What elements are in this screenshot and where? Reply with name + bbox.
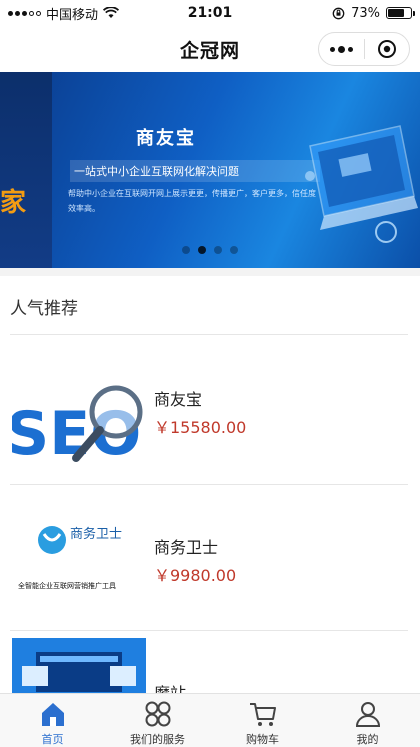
battery-percent: 73% (351, 5, 380, 21)
tab-profile[interactable]: 我的 (315, 694, 420, 747)
close-button[interactable] (365, 33, 410, 65)
tab-label-home: 首页 (41, 733, 64, 746)
section-divider (10, 334, 408, 335)
target-close-icon (377, 40, 396, 58)
status-right: 73% (332, 5, 415, 21)
product-divider (10, 630, 408, 631)
carousel-dot[interactable] (182, 246, 190, 254)
user-icon (355, 702, 380, 727)
tab-label-profile: 我的 (356, 733, 379, 746)
guard-tagline-text: 全智能企业互联网营销推广工具 (18, 581, 116, 590)
signal-icon (8, 10, 41, 16)
product-name: 商友宝 (154, 390, 203, 409)
product-card[interactable]: SEO 商友宝 ￥15580.00 (0, 344, 420, 490)
tab-home[interactable]: 首页 (0, 694, 105, 747)
seo-magnifier-image: SEO (12, 350, 146, 484)
tab-bar: 首页 我们的服务 购物车 我的 (0, 693, 420, 747)
product-name: 商务卫士 (154, 538, 219, 557)
banner-title: 商友宝 (136, 128, 196, 149)
banner-prev-slide: 家 (0, 72, 52, 268)
guard-logo-text: 商务卫士 (70, 526, 122, 542)
carousel-dot[interactable] (198, 246, 206, 254)
home-icon (41, 703, 64, 726)
wifi-icon (103, 7, 120, 18)
more-button[interactable] (319, 33, 364, 65)
orientation-lock-icon (332, 7, 345, 19)
tab-label-services: 我们的服务 (130, 733, 185, 746)
tab-services[interactable]: 我们的服务 (105, 694, 210, 747)
product-price: ￥15580.00 (154, 418, 247, 437)
product-price: ￥9980.00 (154, 566, 237, 585)
battery-fill (388, 9, 405, 17)
carousel-dot[interactable] (214, 246, 222, 254)
app-screen: 中国移动 21:01 73% 企冠网 家 商友宝 一站式中小企业互联网化解决问题… (0, 0, 420, 747)
product-divider (10, 484, 408, 485)
carousel-dot[interactable] (230, 246, 238, 254)
grid-icon (145, 701, 170, 727)
banner-subtitle: 一站式中小企业互联网化解决问题 (70, 160, 320, 182)
page-title: 企冠网 (179, 39, 240, 62)
product-image-seo: SEO (12, 350, 146, 484)
nav-bar: 企冠网 (0, 26, 420, 72)
more-icon (329, 45, 353, 53)
laptop-illustration (305, 125, 418, 243)
product-image-guard: 商务卫士 全智能企业互联网营销推广工具 (12, 496, 146, 630)
mini-program-capsule (318, 32, 410, 66)
battery-icon (386, 7, 415, 19)
banner-carousel[interactable]: 家 商友宝 一站式中小企业互联网化解决问题 帮助中小企业在互联网开网上展示更更，… (0, 72, 420, 268)
status-bar: 中国移动 21:01 73% (0, 0, 420, 26)
tab-label-cart: 购物车 (246, 733, 279, 746)
section-gap (0, 268, 420, 276)
status-left: 中国移动 (8, 4, 120, 23)
guard-logo-image: 商务卫士 全智能企业互联网营销推广工具 (12, 496, 146, 630)
tab-cart[interactable]: 购物车 (210, 694, 315, 747)
cart-icon (249, 703, 276, 726)
section-title: 人气推荐 (10, 299, 78, 319)
carousel-indicators (0, 246, 420, 254)
banner-prev-text: 家 (0, 188, 26, 218)
product-card[interactable]: 商务卫士 全智能企业互联网营销推广工具 商务卫士 ￥9980.00 (0, 492, 420, 638)
banner-description: 帮助中小企业在互联网开网上展示更更，传播更广，客户更多，信任度效率高。 (68, 189, 316, 213)
carrier-name: 中国移动 (46, 7, 99, 23)
